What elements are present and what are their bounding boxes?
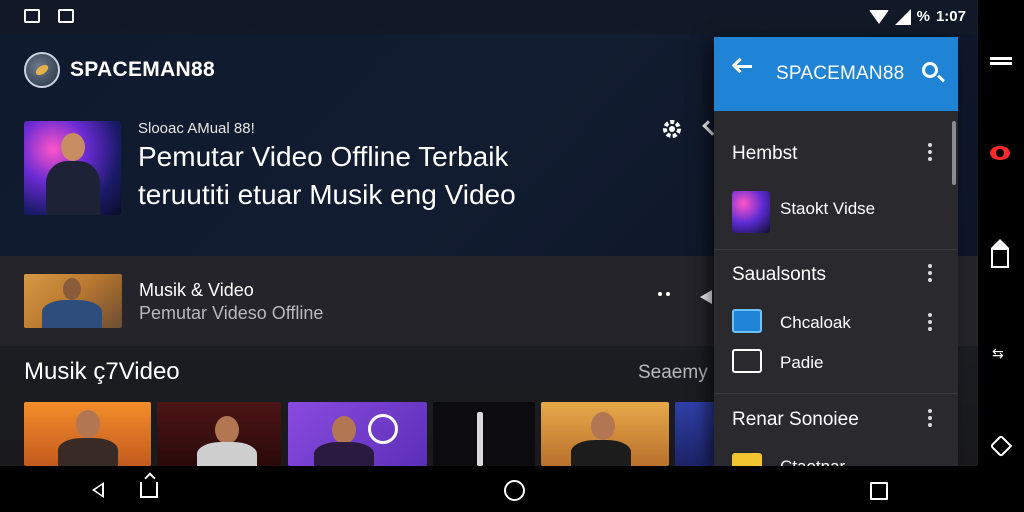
play-icon[interactable] (700, 290, 712, 304)
drawer-item[interactable]: Chcaloak (714, 309, 958, 345)
hero-title-line: Pemutar Video Offline Terbaik (138, 141, 509, 172)
app-screen: % 1:07 SPACEMAN88 Slooac AMual 88! Pemut… (0, 0, 978, 466)
see-all-link[interactable]: Seaemy (638, 362, 708, 384)
more-options-icon[interactable] (658, 292, 670, 296)
app-title: SPACEMAN88 (70, 58, 215, 81)
drawer-item[interactable]: Staokt Vidse (714, 189, 958, 239)
drawer-title: SPACEMAN88 (776, 63, 905, 84)
swap-icon[interactable]: ⇆ (992, 345, 1004, 362)
drawer-section-label: Saualsonts (732, 264, 827, 285)
drawer-section-header[interactable]: Saualsonts (714, 260, 958, 296)
back-arrow-icon[interactable] (734, 65, 752, 68)
home-icon[interactable] (504, 480, 525, 501)
clock: 1:07 (935, 8, 966, 25)
folder-icon (732, 453, 762, 466)
drawer-item-label: Ctaotnar (780, 457, 845, 466)
kebab-icon[interactable] (928, 264, 932, 282)
divider (714, 393, 958, 394)
kebab-icon[interactable] (928, 143, 932, 161)
video-tile[interactable] (24, 402, 151, 466)
app-logo-icon[interactable] (24, 52, 60, 88)
radio-icon (732, 349, 762, 373)
list-row-subtitle: Pemutar Videso Offline (139, 303, 324, 323)
hero-subtitle: Slooac AMual 88! (138, 120, 255, 137)
signal-icon (894, 8, 911, 25)
kebab-icon[interactable] (928, 313, 932, 331)
upload-icon[interactable] (140, 482, 158, 498)
video-tile[interactable] (157, 402, 281, 466)
recents-icon[interactable] (870, 482, 888, 500)
drawer-section-header[interactable]: Renar Sonoiee (714, 405, 958, 441)
drawer-item-label: Staokt Vidse (780, 199, 876, 218)
status-bar: % 1:07 (0, 0, 978, 34)
wifi-icon (868, 9, 889, 24)
playlist-icon (732, 309, 762, 333)
drawer-item[interactable]: Ctaotnar (714, 453, 958, 466)
house-icon[interactable] (991, 239, 1009, 268)
video-thumbnail (732, 191, 770, 233)
video-tile[interactable] (675, 402, 715, 466)
drawer-app-bar: SPACEMAN88 (714, 37, 958, 111)
notification-icon (24, 9, 40, 23)
drawer-item[interactable]: Padie (714, 349, 958, 385)
search-icon[interactable] (922, 62, 938, 78)
video-tile[interactable] (433, 402, 535, 466)
video-tile[interactable] (288, 402, 427, 466)
hero-title: Pemutar Video Offline Terbaik teruutiti … (138, 138, 658, 214)
kebab-icon[interactable] (928, 409, 932, 427)
heart-icon (368, 414, 398, 444)
nav-back-icon[interactable] (92, 482, 104, 498)
record-icon[interactable] (990, 146, 1010, 160)
menu-icon[interactable] (990, 57, 1012, 65)
drawer-section-header[interactable]: Hembst (714, 139, 958, 175)
drawer-section-label: Renar Sonoiee (732, 409, 859, 430)
divider (714, 249, 958, 250)
drawer-section-label: Hembst (732, 143, 798, 164)
list-row-title: Musik & Video (139, 280, 254, 300)
navigation-drawer: SPACEMAN88 Hembst Staokt Vidse Saualsont… (714, 37, 958, 466)
status-right: % 1:07 (868, 8, 966, 25)
list-row-thumbnail[interactable] (24, 274, 122, 328)
video-tile[interactable] (541, 402, 669, 466)
drawer-item-label: Padie (780, 353, 824, 372)
hero-title-line: teruutiti etuar Musik eng Video (138, 179, 516, 210)
section-heading: Musik ç7Video (24, 358, 180, 385)
hero-thumbnail[interactable] (24, 121, 121, 215)
battery-text: % (916, 8, 930, 25)
notification-icon (58, 9, 74, 23)
gear-icon[interactable] (660, 117, 684, 141)
drawer-item-label: Chcaloak (780, 313, 851, 332)
